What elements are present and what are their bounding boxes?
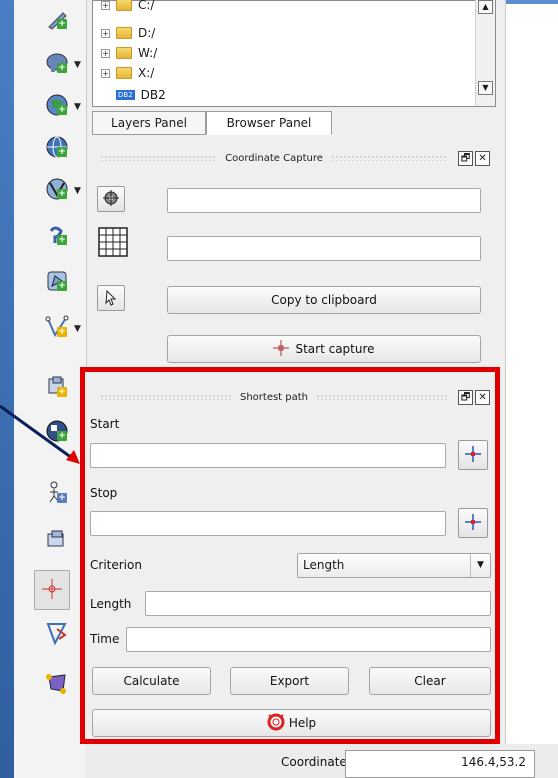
server-layer-icon <box>45 529 69 553</box>
tree-item-label: D:/ <box>138 26 156 40</box>
tab-layers-panel[interactable]: Layers Panel <box>92 111 206 135</box>
tree-item-label: X:/ <box>138 66 155 80</box>
polygon-layer-icon: + <box>45 269 69 293</box>
dropdown-arrow-icon[interactable]: ▼ <box>74 60 81 70</box>
folder-icon <box>116 0 132 11</box>
grip-dots <box>330 155 449 161</box>
add-gps-layer-button[interactable]: + <box>40 478 74 508</box>
add-wfs-layer-button[interactable]: + ▼ <box>40 174 81 204</box>
elephant-icon: + <box>45 51 69 75</box>
map-crs-button[interactable] <box>97 226 129 261</box>
expand-icon[interactable]: + <box>101 48 110 58</box>
coordinate-value: 146.4,53.2 <box>461 755 526 769</box>
track-mouse-button[interactable] <box>97 285 125 311</box>
add-delimited-text-layer-button[interactable]: + <box>40 4 74 34</box>
add-spatialite-layer-button[interactable]: + <box>40 220 74 250</box>
new-vector-layer-button[interactable]: + ▼ <box>40 312 81 342</box>
topology-icon <box>45 671 69 695</box>
grip-dots <box>100 155 218 161</box>
copy-to-clipboard-button[interactable]: Copy to clipboard <box>167 286 481 314</box>
feather-icon: + <box>45 223 69 247</box>
tree-item-label: DB2 <box>140 88 166 102</box>
highlight-frame <box>80 367 500 744</box>
add-mssql-layer-button[interactable] <box>40 526 74 556</box>
capture-coordinate-field-2[interactable] <box>167 236 481 261</box>
window-left-edge <box>0 0 14 778</box>
expand-icon[interactable]: + <box>101 28 110 38</box>
tree-item-label: C:/ <box>138 0 155 12</box>
pen-icon: + <box>45 7 69 31</box>
tree-item-label: W:/ <box>138 46 158 60</box>
tree-item-c[interactable]: + C:/ <box>101 0 154 13</box>
capture-coordinate-field-1[interactable] <box>167 188 481 213</box>
dropdown-arrow-icon[interactable]: ▼ <box>74 186 81 196</box>
coordinate-capture-tool-button[interactable] <box>34 570 70 610</box>
db2-icon: DB2 <box>116 90 135 100</box>
tree-item-d[interactable]: + D:/ <box>101 25 155 41</box>
expand-icon[interactable]: + <box>101 0 110 10</box>
tree-item-x[interactable]: + X:/ <box>101 65 154 81</box>
tree-scrollbar[interactable]: ▲ ▼ <box>475 0 495 106</box>
scroll-down-button[interactable]: ▼ <box>478 81 493 95</box>
tree-item-db2[interactable]: DB2 DB2 <box>101 87 166 103</box>
coordinate-capture-titlebar: Coordinate Capture 🗗 ✕ <box>92 149 491 167</box>
vector-globe-icon: + <box>45 177 69 201</box>
folder-icon <box>116 47 132 59</box>
grid-icon <box>97 226 129 261</box>
float-icon[interactable]: 🗗 <box>458 150 474 166</box>
start-capture-label: Start capture <box>295 342 375 356</box>
georeferencer-button[interactable] <box>40 618 74 648</box>
globe-icon: + <box>45 135 69 159</box>
folder-icon <box>116 67 132 79</box>
coordinate-display-field[interactable]: 146.4,53.2 <box>345 750 535 778</box>
tree-item-w[interactable]: + W:/ <box>101 45 157 61</box>
dropdown-arrow-icon[interactable]: ▼ <box>74 324 81 334</box>
georeferencer-icon <box>45 621 69 646</box>
expand-icon[interactable]: + <box>101 68 110 78</box>
globe-grid-icon: + <box>45 93 69 117</box>
add-wcs-layer-button[interactable]: + <box>40 132 74 162</box>
add-wms-layer-button[interactable]: + ▼ <box>40 90 81 120</box>
scroll-up-button[interactable]: ▲ <box>478 0 493 14</box>
walking-person-icon: + <box>45 481 69 505</box>
folder-icon <box>116 27 132 39</box>
browser-tree[interactable]: + C:/ + D:/ + W:/ + X:/ DB2 DB2 <box>92 0 496 107</box>
topology-checker-button[interactable] <box>40 668 74 698</box>
coordinate-label: Coordinate <box>281 755 347 769</box>
start-capture-button[interactable]: Start capture <box>167 335 481 363</box>
add-oracle-layer-button[interactable]: + <box>40 372 74 402</box>
database-layer-icon: + <box>45 375 69 399</box>
crosshair-icon <box>41 578 63 603</box>
annotation-arrow-icon <box>0 404 80 464</box>
mouse-tracking-icon <box>102 288 120 309</box>
vertex-line-icon: + <box>45 315 69 339</box>
close-icon[interactable]: ✕ <box>475 150 491 166</box>
crosshair-icon <box>273 339 290 359</box>
crs-icon <box>102 189 120 210</box>
tab-browser-panel[interactable]: Browser Panel <box>206 111 332 135</box>
crs-selector-button[interactable] <box>97 186 125 212</box>
new-shapefile-layer-button[interactable]: + <box>40 266 74 296</box>
dropdown-arrow-icon[interactable]: ▼ <box>74 102 81 112</box>
coordinate-capture-title: Coordinate Capture <box>225 152 323 164</box>
add-postgis-layer-button[interactable]: + ▼ <box>40 48 81 78</box>
